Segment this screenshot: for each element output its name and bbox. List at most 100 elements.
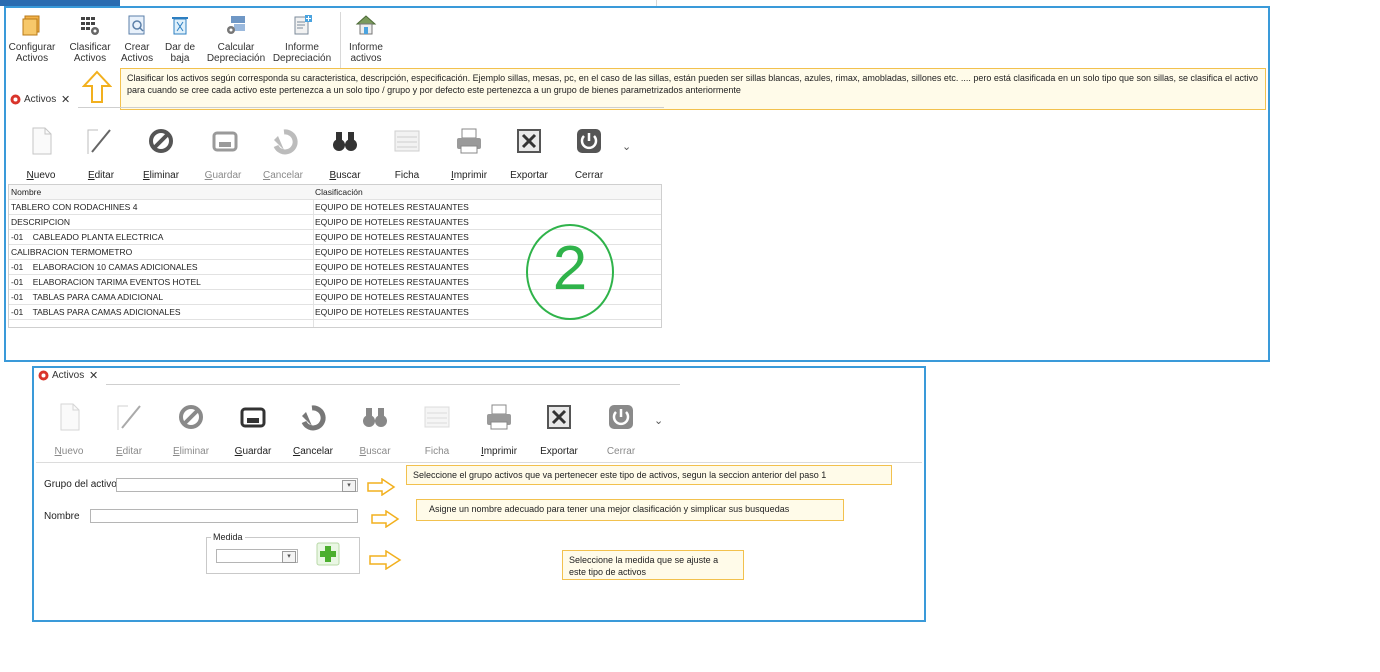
ficha-button[interactable]: Ficha (382, 170, 432, 181)
cancel-undo-icon[interactable] (298, 402, 328, 432)
grupo-note: Seleccione el grupo activos que va perte… (406, 465, 892, 485)
nombre-label: Nombre (44, 511, 80, 522)
clasificar-activos-button[interactable]: Clasificar Activos (64, 14, 116, 64)
right-arrow-icon (367, 478, 396, 496)
toolbar-divider (36, 462, 922, 463)
activo-form-panel: Activos ✕ ⌄ Nuevo Editar Eliminar Guarda… (32, 366, 926, 622)
nombre-input[interactable] (90, 509, 358, 523)
app-logo-icon (38, 370, 49, 381)
ribbon-label: Depreciación (206, 53, 266, 64)
new-document-icon[interactable] (26, 126, 56, 156)
save-disk-icon[interactable] (238, 402, 268, 432)
nuevo-button: Nuevo (54, 446, 84, 457)
binoculars-icon (363, 408, 387, 427)
right-arrow-icon (369, 550, 402, 570)
up-arrow-icon (82, 70, 112, 103)
cerrar-button: Cerrar (606, 446, 636, 457)
power-close-icon (609, 405, 633, 429)
grid-gear-icon (81, 17, 99, 35)
record-card-icon[interactable] (392, 126, 422, 156)
ribbon-label: Dar de (164, 42, 195, 53)
grupo-activo-select[interactable]: ▾ (116, 478, 358, 492)
cancel-undo-icon (273, 129, 298, 155)
ribbon-label: Informe (285, 42, 319, 53)
imprimir-button[interactable]: Imprimir (444, 170, 494, 181)
delete-forbidden-icon (179, 405, 203, 429)
cancelar-button: Cancelar (262, 170, 304, 181)
ribbon-label: activos (350, 53, 382, 64)
column-header-clasificacion[interactable]: Clasificación (315, 187, 363, 197)
buscar-button: Buscar (359, 446, 391, 457)
tab-underline (78, 107, 664, 108)
dropdown-arrow-icon[interactable]: ▾ (342, 480, 356, 492)
informe-activos-button[interactable]: Informe activos (344, 14, 388, 64)
delete-forbidden-icon[interactable] (146, 126, 176, 156)
editar-button: Editar (115, 446, 143, 457)
ribbon-separator (340, 12, 341, 70)
cerrar-button[interactable]: Cerrar (564, 170, 614, 181)
nuevo-button[interactable]: Nuevo (16, 170, 66, 181)
configurar-activos-button[interactable]: Configurar Activos (6, 14, 58, 64)
table-row[interactable]: TABLERO CON RODACHINES 4 EQUIPO DE HOTELE… (9, 200, 661, 215)
guardar-button: Guardar (204, 170, 242, 181)
ribbon-label: Configurar (8, 42, 56, 53)
ficha-button: Ficha (424, 446, 450, 457)
trash-icon (172, 17, 188, 35)
tab-label: Activos (24, 94, 57, 105)
edit-pencil-icon[interactable] (84, 126, 114, 156)
dropdown-arrow-icon[interactable]: ▾ (282, 551, 296, 563)
dar-de-baja-button[interactable]: Dar de baja (160, 14, 200, 64)
grupo-activo-label: Grupo del activo (44, 479, 117, 490)
ribbon-label: Calcular (217, 42, 255, 53)
calculator-gear-icon (227, 16, 245, 34)
home-icon (355, 15, 377, 35)
binoculars-icon[interactable] (330, 126, 360, 156)
table-header: Nombre Clasificación (9, 185, 661, 200)
informe-depreciacion-button[interactable]: Informe Depreciación (270, 14, 334, 64)
excel-export-icon[interactable] (514, 126, 544, 156)
medida-select[interactable]: ▾ (216, 549, 298, 563)
printer-icon[interactable] (484, 402, 514, 432)
excel-export-icon[interactable] (544, 402, 574, 432)
medida-label: Medida (213, 532, 243, 542)
crear-activos-button[interactable]: Crear Activos (116, 14, 158, 64)
app-logo-icon (10, 94, 21, 105)
exportar-button[interactable]: Exportar (534, 446, 584, 457)
tab-label: Activos (52, 370, 85, 381)
report-add-icon (294, 15, 312, 35)
folder-stack-icon (22, 15, 40, 36)
guardar-button[interactable]: Guardar (228, 446, 278, 457)
imprimir-button[interactable]: Imprimir (474, 446, 524, 457)
record-card-icon (424, 406, 450, 428)
eliminar-button[interactable]: Eliminar (136, 170, 186, 181)
close-tab-icon[interactable]: ✕ (61, 93, 70, 106)
chevron-down-icon[interactable]: ⌄ (654, 414, 663, 427)
add-medida-plus-icon[interactable] (316, 542, 340, 566)
printer-icon[interactable] (454, 126, 484, 156)
ribbon-label: Clasificar (69, 42, 111, 53)
exportar-button[interactable]: Exportar (504, 170, 554, 181)
document-magnifier-icon (128, 15, 145, 35)
chevron-down-icon[interactable]: ⌄ (622, 140, 631, 153)
step-number-circle: 2 (526, 224, 614, 320)
power-close-icon[interactable] (574, 126, 604, 156)
buscar-button[interactable]: Buscar (320, 170, 370, 181)
medida-note: Seleccione la medida que se ajuste a est… (562, 550, 744, 580)
close-tab-icon[interactable]: ✕ (89, 369, 98, 382)
activos-list-panel: Configurar Activos Clasificar Activos Cr… (4, 6, 1270, 362)
column-header-nombre[interactable]: Nombre (11, 187, 41, 197)
ribbon-label: Activos (120, 53, 154, 64)
tab-activos[interactable]: Activos ✕ (8, 92, 76, 108)
calcular-depreciacion-button[interactable]: Calcular Depreciación (204, 14, 268, 64)
tab-underline (106, 384, 680, 385)
ribbon-label: Crear (124, 42, 150, 53)
ribbon-label: Informe (349, 42, 383, 53)
ribbon-label: Activos (73, 53, 107, 64)
classify-explanation-note: Clasificar los activos según corresponda… (120, 68, 1266, 110)
right-arrow-icon (371, 510, 400, 528)
eliminar-button: Eliminar (172, 446, 210, 457)
step-number: 2 (552, 234, 588, 303)
editar-button[interactable]: Editar (76, 170, 126, 181)
cancelar-button[interactable]: Cancelar (288, 446, 338, 457)
tab-activos[interactable]: Activos ✕ (36, 368, 104, 384)
